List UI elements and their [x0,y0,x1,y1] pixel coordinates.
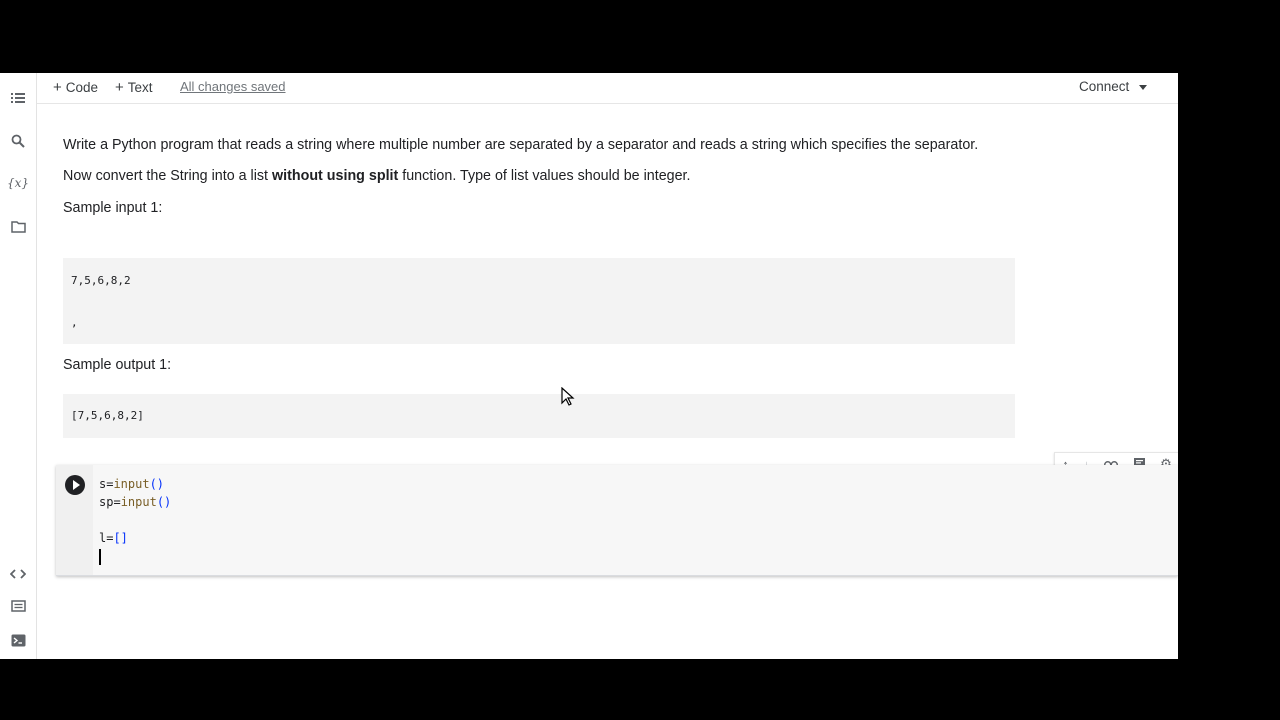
left-sidebar: {x} [0,73,37,659]
add-text-button[interactable]: + Text [115,79,153,96]
run-cell-button[interactable] [65,475,85,495]
code-line: s=input() [99,475,171,493]
variables-icon[interactable]: {x} [7,174,29,192]
notebook-toolbar: + Code + Text All changes saved Connect [37,73,1178,104]
sample-input-line: 7,5,6,8,2 [71,274,131,287]
code-cell[interactable]: s=input() sp=input() l=[] [56,465,1178,576]
sample-output-line: [7,5,6,8,2] [71,409,144,422]
add-text-label: Text [127,80,153,95]
problem-statement: Write a Python program that reads a stri… [63,137,979,153]
problem-instruction: Now convert the String into a list witho… [63,164,1023,188]
code-line [99,547,171,565]
code-token: () [149,477,165,491]
plus-icon: + [115,79,124,96]
add-code-button[interactable]: + Code [53,79,98,96]
code-line: sp=input() [99,493,171,511]
sample-input-separator: , [71,316,78,329]
sample-input-block: 7,5,6,8,2 , [63,258,1015,344]
code-token: input [120,495,157,509]
markdown-cell[interactable]: Write a Python program that reads a stri… [63,133,1023,220]
toc-icon[interactable] [9,89,27,107]
command-palette-icon[interactable] [9,597,27,615]
code-token: input [113,477,150,491]
connect-label: Connect [1079,79,1130,94]
connect-button[interactable]: Connect [1079,79,1148,94]
instruction-text: Now convert the String into a list [63,168,272,184]
add-code-label: Code [65,80,99,95]
code-token: l= [99,531,114,545]
code-line: l=[] [99,529,171,547]
code-token: s= [99,477,114,491]
save-status-link[interactable]: All changes saved [180,79,286,94]
plus-icon: + [53,79,62,96]
colab-window: {x} + Code + Text All changes saved Connec… [0,73,1178,659]
instruction-bold: without using split [272,168,399,184]
sample-input-label: Sample input 1: [63,200,163,216]
search-icon[interactable] [9,132,27,150]
terminal-icon[interactable] [9,631,27,649]
code-snippets-icon[interactable] [9,565,27,583]
code-token: [] [113,531,128,545]
folder-icon[interactable] [9,218,27,236]
sample-output-label: Sample output 1: [63,357,172,373]
mouse-pointer-icon [561,386,575,412]
cell-gutter [56,465,93,575]
instruction-text-end: function. Type of list values should be … [398,168,691,184]
code-token: () [156,495,172,509]
code-editor[interactable]: s=input() sp=input() l=[] [99,475,171,565]
text-cursor [99,548,101,565]
sample-output-block: [7,5,6,8,2] [63,394,1015,438]
code-token: sp= [99,495,121,509]
chevron-down-icon [1139,84,1148,90]
